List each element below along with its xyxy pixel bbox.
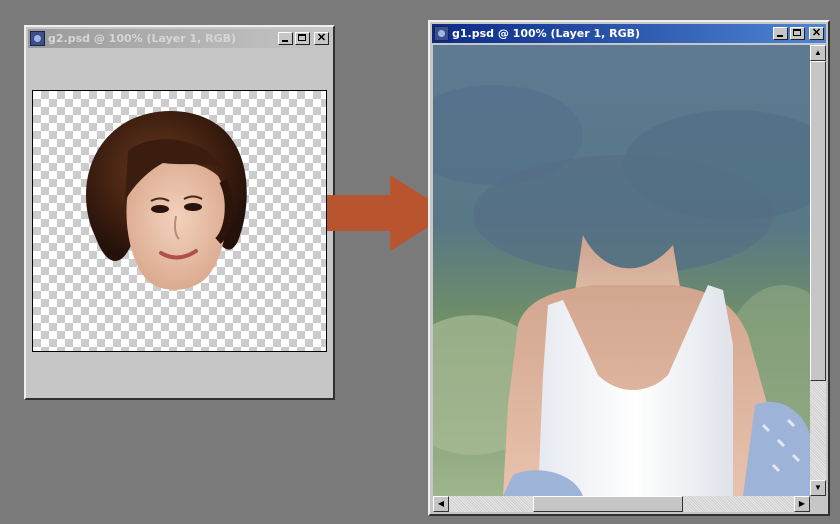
photoshop-document-icon (30, 31, 45, 46)
scroll-up-button[interactable]: ▲ (810, 45, 826, 61)
photoshop-document-icon (434, 26, 449, 41)
source-document-window[interactable]: g2.psd @ 100% (Layer 1, RGB) ✕ (24, 25, 335, 400)
scroll-left-button[interactable]: ◀ (433, 496, 449, 512)
scroll-down-button[interactable]: ▼ (810, 480, 826, 496)
target-window-titlebar[interactable]: g1.psd @ 100% (Layer 1, RGB) ✕ (432, 24, 826, 43)
vertical-scrollbar[interactable]: ▲ ▼ (810, 45, 826, 496)
maximize-button[interactable] (790, 27, 805, 40)
vertical-scroll-thumb[interactable] (810, 61, 826, 381)
close-button[interactable]: ✕ (809, 27, 824, 40)
minimize-button[interactable] (773, 27, 788, 40)
target-photo-canvas[interactable] (433, 45, 810, 496)
source-window-titlebar[interactable]: g2.psd @ 100% (Layer 1, RGB) ✕ (28, 29, 331, 48)
resize-grip[interactable] (810, 496, 826, 512)
minimize-button[interactable] (278, 32, 293, 45)
target-document-window[interactable]: g1.psd @ 100% (Layer 1, RGB) ✕ ▲ ▼ ◀ ▶ (428, 20, 830, 516)
cutout-head-image (85, 110, 247, 290)
scroll-right-button[interactable]: ▶ (794, 496, 810, 512)
source-window-title: g2.psd @ 100% (Layer 1, RGB) (48, 32, 237, 45)
horizontal-scroll-thumb[interactable] (533, 496, 683, 512)
transparent-layer-canvas[interactable] (32, 90, 327, 352)
maximize-button[interactable] (295, 32, 310, 45)
target-photo-image (433, 45, 810, 496)
horizontal-scrollbar[interactable]: ◀ ▶ (433, 496, 810, 512)
close-button[interactable]: ✕ (314, 32, 329, 45)
target-window-title: g1.psd @ 100% (Layer 1, RGB) (452, 27, 641, 40)
